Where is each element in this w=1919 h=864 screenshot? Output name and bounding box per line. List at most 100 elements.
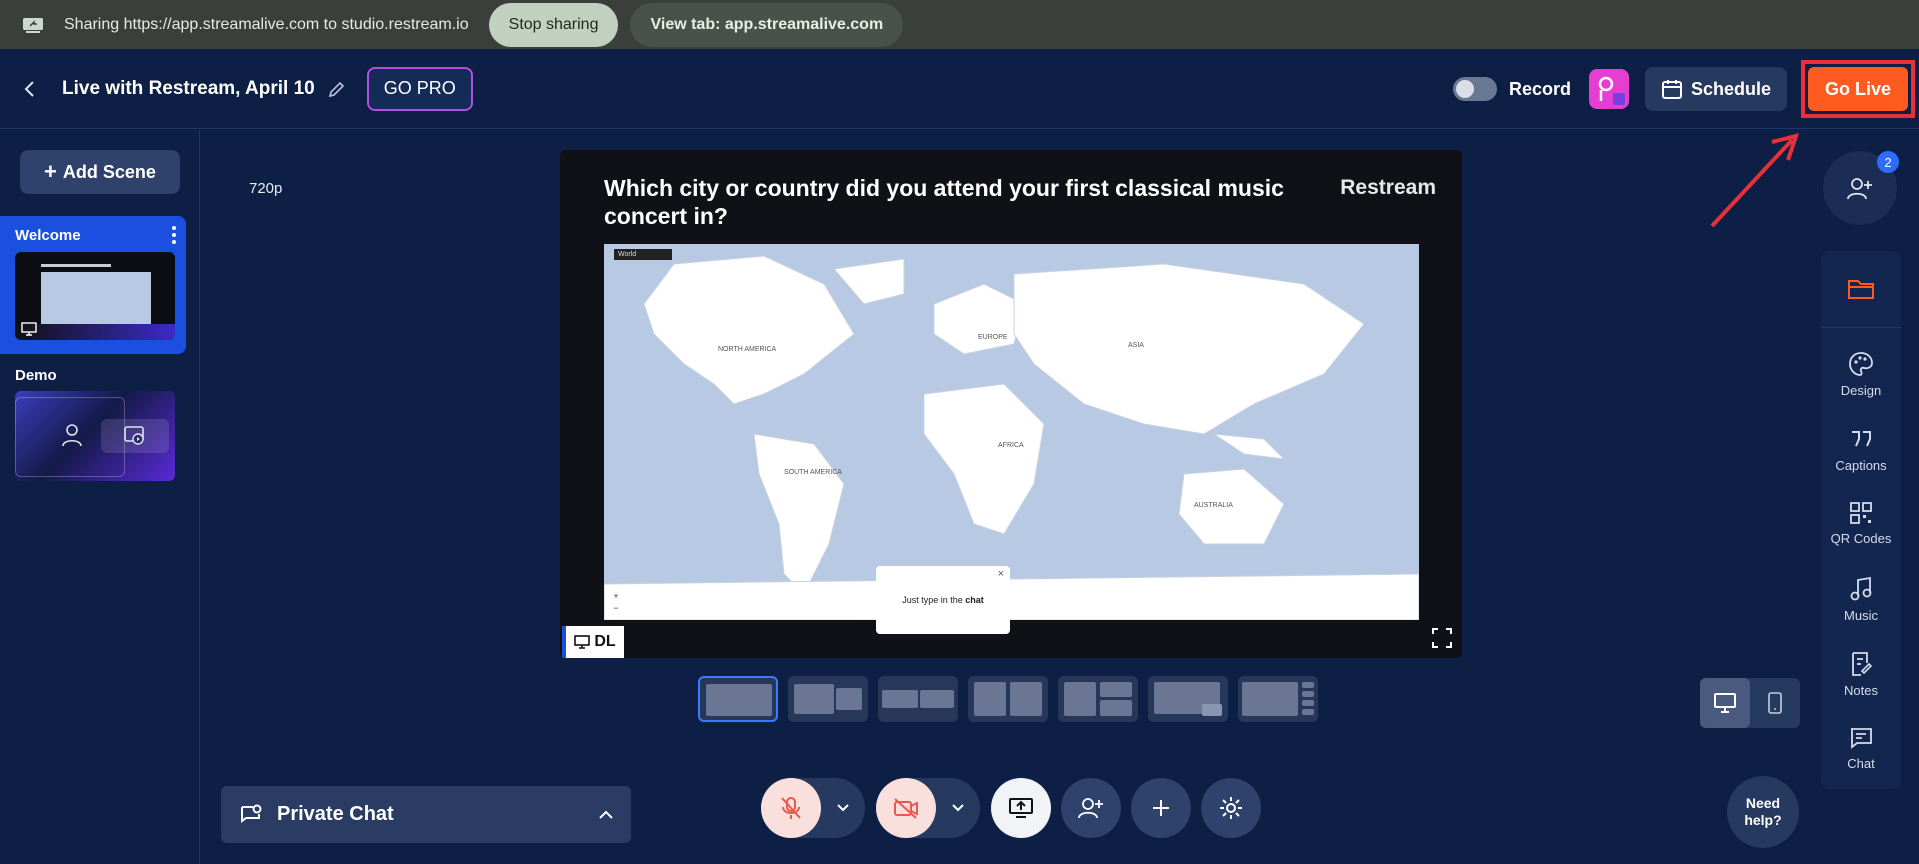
map-label-australia: AUSTRALIA (1194, 502, 1233, 509)
monitor-icon (21, 322, 37, 336)
settings-button[interactable] (1201, 778, 1261, 838)
share-screen-button[interactable] (991, 778, 1051, 838)
camera-off-icon (894, 798, 918, 819)
chevron-up-icon[interactable] (597, 806, 615, 824)
quote-icon (1852, 431, 1871, 447)
scene-thumbnail (15, 252, 175, 340)
participants-button[interactable]: 2 (1823, 151, 1899, 225)
map-zoom-in-button[interactable]: + (610, 590, 622, 602)
screen-share-icon (1009, 798, 1033, 818)
video-overlay-icon (124, 426, 144, 445)
notes-label: Notes (1844, 683, 1878, 698)
annotation-arrow (1710, 133, 1800, 228)
palette-icon (1849, 352, 1873, 376)
map-zoom-control[interactable]: + − (610, 590, 622, 614)
layout-option-corner[interactable] (1148, 676, 1228, 722)
mic-control (761, 778, 865, 838)
popup-close-icon[interactable]: × (998, 568, 1004, 580)
map-zoom-out-button[interactable]: − (610, 602, 622, 614)
private-chat-label: Private Chat (277, 803, 394, 825)
mute-camera-button[interactable] (876, 778, 936, 838)
stage-canvas: Which city or country did you attend you… (560, 150, 1462, 658)
schedule-label: Schedule (1690, 78, 1771, 99)
world-map-graphic (603, 255, 1420, 621)
screen-share-icon (23, 17, 43, 33)
invite-guest-button[interactable] (1061, 778, 1121, 838)
scene-item-welcome[interactable]: Welcome (0, 216, 186, 354)
stop-sharing-button[interactable]: Stop sharing (488, 2, 619, 47)
captions-tool[interactable]: Captions (1821, 426, 1901, 473)
layout-option-split[interactable] (968, 676, 1048, 722)
layout-option-pip[interactable] (788, 676, 868, 722)
studio-header: Live with Restream, April 10 GO PRO Reco… (0, 49, 1919, 129)
media-library-tool[interactable] (1821, 277, 1901, 307)
map-label-africa: AFRICA (998, 442, 1024, 449)
layout-option-sidebar[interactable] (1238, 676, 1318, 722)
layout-option-grid[interactable] (1058, 676, 1138, 722)
destination-avatar-icon[interactable] (1588, 69, 1629, 109)
twitch-icon (1598, 76, 1625, 105)
world-map: World NORTH AMERICA SOUTH AMERICA EUROPE… (603, 244, 1420, 621)
camera-control (876, 778, 980, 838)
qr-codes-tool[interactable]: QR Codes (1821, 501, 1901, 546)
scene-menu-icon[interactable] (172, 226, 176, 247)
stream-title: Live with Restream, April 10 (62, 77, 315, 99)
camera-options-chevron-icon[interactable] (950, 800, 966, 816)
chat-tool[interactable]: Chat (1821, 726, 1901, 771)
map-label-europe: EUROPE (978, 334, 1008, 341)
scene-item-demo[interactable] (15, 391, 175, 481)
schedule-button[interactable]: Schedule (1644, 67, 1787, 111)
plus-icon: + (44, 159, 57, 184)
settings-control (1201, 778, 1261, 838)
notes-tool[interactable]: Notes (1821, 651, 1901, 698)
landscape-view-button[interactable] (1700, 678, 1750, 728)
view-tab-button[interactable]: View tab: app.streamalive.com (630, 2, 904, 47)
captions-label: Captions (1835, 458, 1887, 473)
qr-code-icon (1850, 502, 1872, 524)
portrait-view-button[interactable] (1750, 678, 1800, 728)
back-chevron-icon[interactable] (20, 79, 40, 99)
add-source-control (1131, 778, 1191, 838)
share-screen-control (991, 778, 1051, 838)
map-region-select[interactable]: World (614, 249, 672, 260)
calendar-icon (1661, 80, 1682, 99)
right-toolbar: Design Captions QR Codes Music Notes Cha… (1821, 251, 1901, 789)
chat-prompt-popup: × Just type in the chat (876, 566, 1010, 634)
mute-mic-button[interactable] (761, 778, 821, 838)
layout-option-full[interactable] (698, 676, 778, 722)
sharing-status-text: Sharing https://app.streamalive.com to s… (64, 15, 469, 33)
go-pro-button[interactable]: GO PRO (366, 66, 473, 111)
restream-watermark: Restream (1340, 176, 1436, 199)
add-scene-button[interactable]: + Add Scene (20, 150, 180, 194)
design-tool[interactable]: Design (1821, 351, 1901, 398)
notes-icon (1852, 652, 1873, 676)
add-scene-label: Add Scene (62, 161, 156, 182)
fullscreen-icon[interactable] (1432, 628, 1452, 648)
plus-icon (1153, 800, 1169, 816)
screen-share-bar: Sharing https://app.streamalive.com to s… (0, 0, 1919, 49)
desktop-icon (1714, 693, 1736, 713)
go-live-button[interactable]: Go Live (1808, 67, 1908, 111)
mic-off-icon (781, 797, 801, 819)
gear-icon (1220, 797, 1242, 819)
add-person-icon (1847, 178, 1872, 200)
go-live-highlight: Go Live (1801, 60, 1915, 118)
record-toggle[interactable] (1452, 77, 1497, 101)
orientation-toggle (1700, 678, 1800, 728)
scene-title: Welcome (15, 227, 81, 244)
qr-codes-label: QR Codes (1830, 531, 1892, 546)
edit-pencil-icon[interactable] (327, 79, 347, 99)
source-tag-label: DL (594, 633, 616, 650)
folder-icon (1848, 280, 1874, 299)
add-source-button[interactable] (1131, 778, 1191, 838)
resolution-label[interactable]: 720p (249, 180, 282, 197)
music-tool[interactable]: Music (1821, 576, 1901, 623)
private-chat-bar[interactable]: Private Chat (221, 786, 631, 843)
music-label: Music (1844, 608, 1878, 623)
mic-options-chevron-icon[interactable] (835, 800, 851, 816)
record-label: Record (1508, 78, 1571, 99)
poll-question: Which city or country did you attend you… (604, 175, 1284, 229)
need-help-button[interactable]: Need help? (1727, 776, 1799, 848)
map-label-south-america: SOUTH AMERICA (784, 469, 842, 476)
layout-option-side-by-side[interactable] (878, 676, 958, 722)
